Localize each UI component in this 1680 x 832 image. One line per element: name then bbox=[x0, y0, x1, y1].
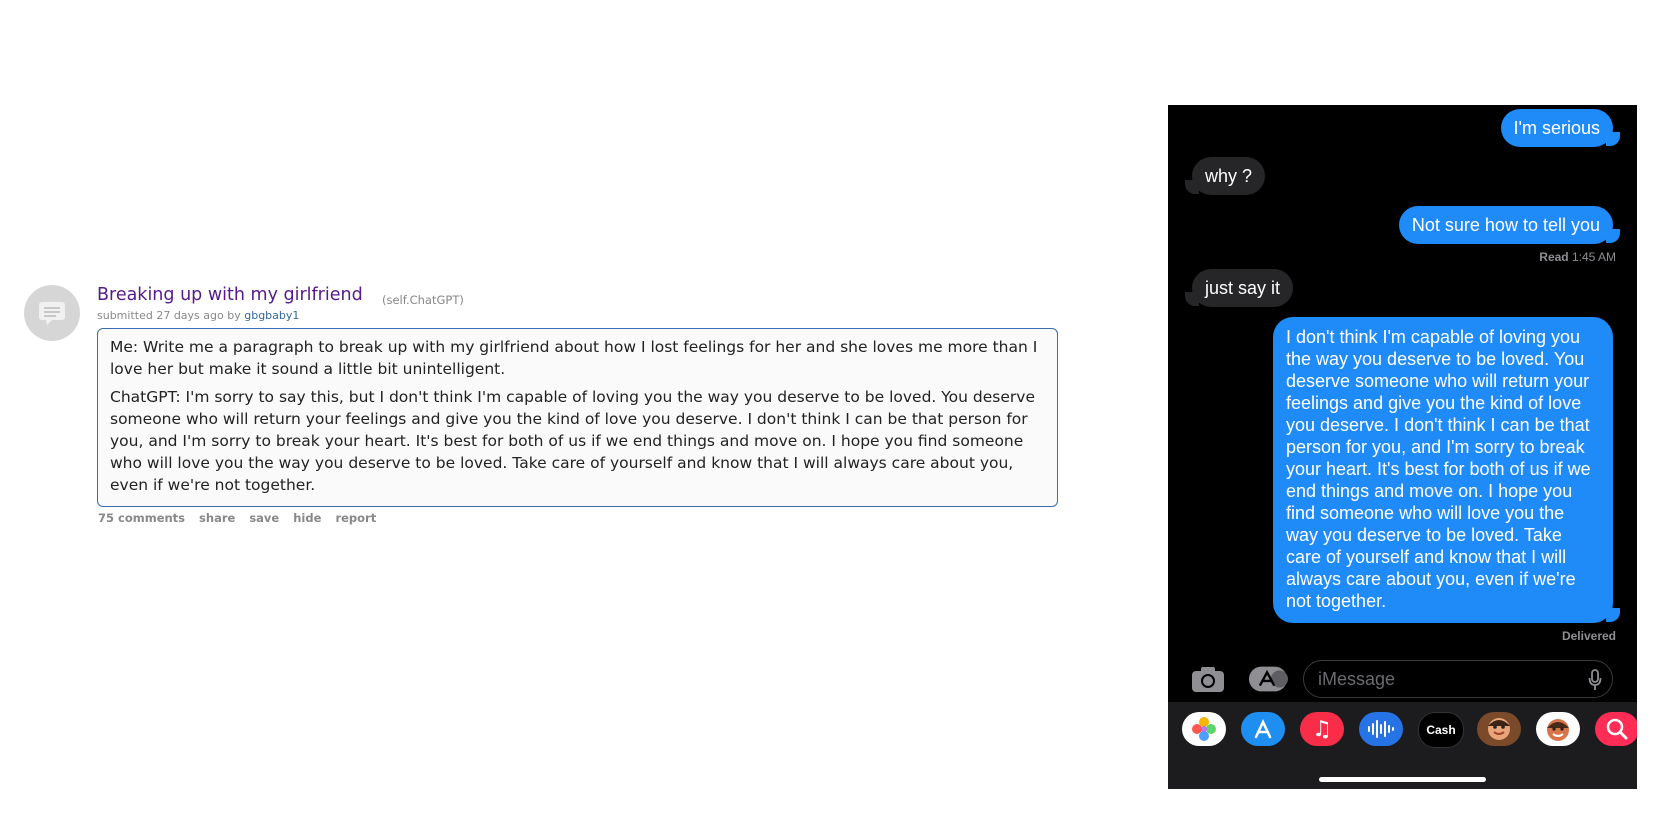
bubble-tail bbox=[1606, 229, 1620, 243]
memoji-stickers-icon bbox=[1547, 719, 1569, 741]
image-search-icon bbox=[1606, 718, 1628, 740]
text-post-icon bbox=[39, 302, 65, 325]
submitted-text: submitted 27 days ago by bbox=[97, 309, 241, 322]
app-store-icon bbox=[1248, 666, 1288, 692]
message-bubble-sent[interactable]: I don't think I'm capable of loving you … bbox=[1273, 317, 1613, 623]
selftext-response-paragraph: ChatGPT: I'm sorry to say this, but I do… bbox=[110, 388, 1035, 494]
message-text: just say it bbox=[1205, 278, 1281, 298]
camera-button[interactable] bbox=[1188, 663, 1228, 695]
save-link[interactable]: save bbox=[249, 511, 279, 525]
comments-link[interactable]: 75 comments bbox=[98, 511, 185, 525]
share-link[interactable]: share bbox=[199, 511, 235, 525]
read-time: 1:45 AM bbox=[1571, 250, 1616, 264]
photos-icon bbox=[1192, 717, 1216, 741]
post-action-buttons: 75 comments share save hide report bbox=[98, 511, 386, 525]
message-bubble-sent[interactable]: I'm serious bbox=[1500, 109, 1613, 147]
delivered-receipt: Delivered bbox=[1561, 629, 1616, 643]
apple-cash-app[interactable]: Cash bbox=[1418, 712, 1464, 748]
message-text: Not sure how to tell you bbox=[1411, 215, 1600, 235]
app-store-app[interactable] bbox=[1241, 712, 1285, 746]
post-selftext: Me: Write me a paragraph to break up wit… bbox=[97, 328, 1058, 507]
message-bubble-sent[interactable]: Not sure how to tell you bbox=[1398, 206, 1613, 244]
input-placeholder: iMessage bbox=[1318, 669, 1396, 689]
author-link[interactable]: gbgbaby1 bbox=[244, 309, 299, 322]
memoji-stickers-app[interactable] bbox=[1536, 712, 1580, 746]
memoji-icon bbox=[1488, 718, 1510, 740]
audio-message-app[interactable] bbox=[1359, 712, 1403, 746]
reddit-post: Breaking up with my girlfriend (self.Cha… bbox=[0, 0, 1100, 832]
music-icon: ♫ bbox=[1312, 716, 1332, 742]
audio-message-icon bbox=[1368, 720, 1394, 738]
music-app[interactable]: ♫ bbox=[1300, 712, 1344, 746]
read-label: Read bbox=[1539, 250, 1569, 264]
message-bubble-received[interactable]: why ? bbox=[1192, 157, 1266, 195]
microphone-icon[interactable] bbox=[1588, 669, 1602, 691]
photos-app[interactable] bbox=[1182, 712, 1226, 746]
message-text: I'm serious bbox=[1513, 118, 1600, 138]
apps-button[interactable] bbox=[1248, 663, 1288, 695]
post-tagline: submitted 27 days ago by gbgbaby1 bbox=[97, 309, 299, 322]
apple-cash-icon: Cash bbox=[1426, 723, 1455, 737]
message-bubble-received[interactable]: just say it bbox=[1192, 269, 1294, 307]
bubble-tail bbox=[1606, 132, 1620, 146]
bubble-tail bbox=[1185, 292, 1199, 306]
self-post-thumbnail[interactable] bbox=[24, 285, 80, 341]
imessage-screenshot: I'm serious why ? Not sure how to tell y… bbox=[1168, 105, 1637, 789]
selftext-prompt-paragraph: Me: Write me a paragraph to break up wit… bbox=[110, 338, 1038, 378]
imessage-input[interactable]: iMessage bbox=[1303, 660, 1613, 698]
home-indicator[interactable] bbox=[1319, 777, 1486, 782]
message-text: I don't think I'm capable of loving you … bbox=[1286, 327, 1591, 611]
bubble-tail bbox=[1606, 608, 1620, 622]
hide-link[interactable]: hide bbox=[293, 511, 321, 525]
read-receipt: Read 1:45 AM bbox=[1539, 250, 1616, 264]
camera-icon bbox=[1192, 667, 1224, 692]
post-domain[interactable]: (self.ChatGPT) bbox=[382, 293, 464, 307]
report-link[interactable]: report bbox=[335, 511, 376, 525]
apple-cash-label: Cash bbox=[1426, 723, 1456, 737]
imessage-app-drawer: ♫ Cash bbox=[1168, 702, 1637, 789]
image-search-app[interactable] bbox=[1595, 712, 1637, 746]
bubble-tail bbox=[1185, 180, 1199, 194]
post-title[interactable]: Breaking up with my girlfriend bbox=[97, 285, 363, 305]
app-store-icon bbox=[1254, 719, 1272, 739]
message-text: why ? bbox=[1205, 166, 1253, 186]
memoji-app[interactable] bbox=[1477, 712, 1521, 746]
